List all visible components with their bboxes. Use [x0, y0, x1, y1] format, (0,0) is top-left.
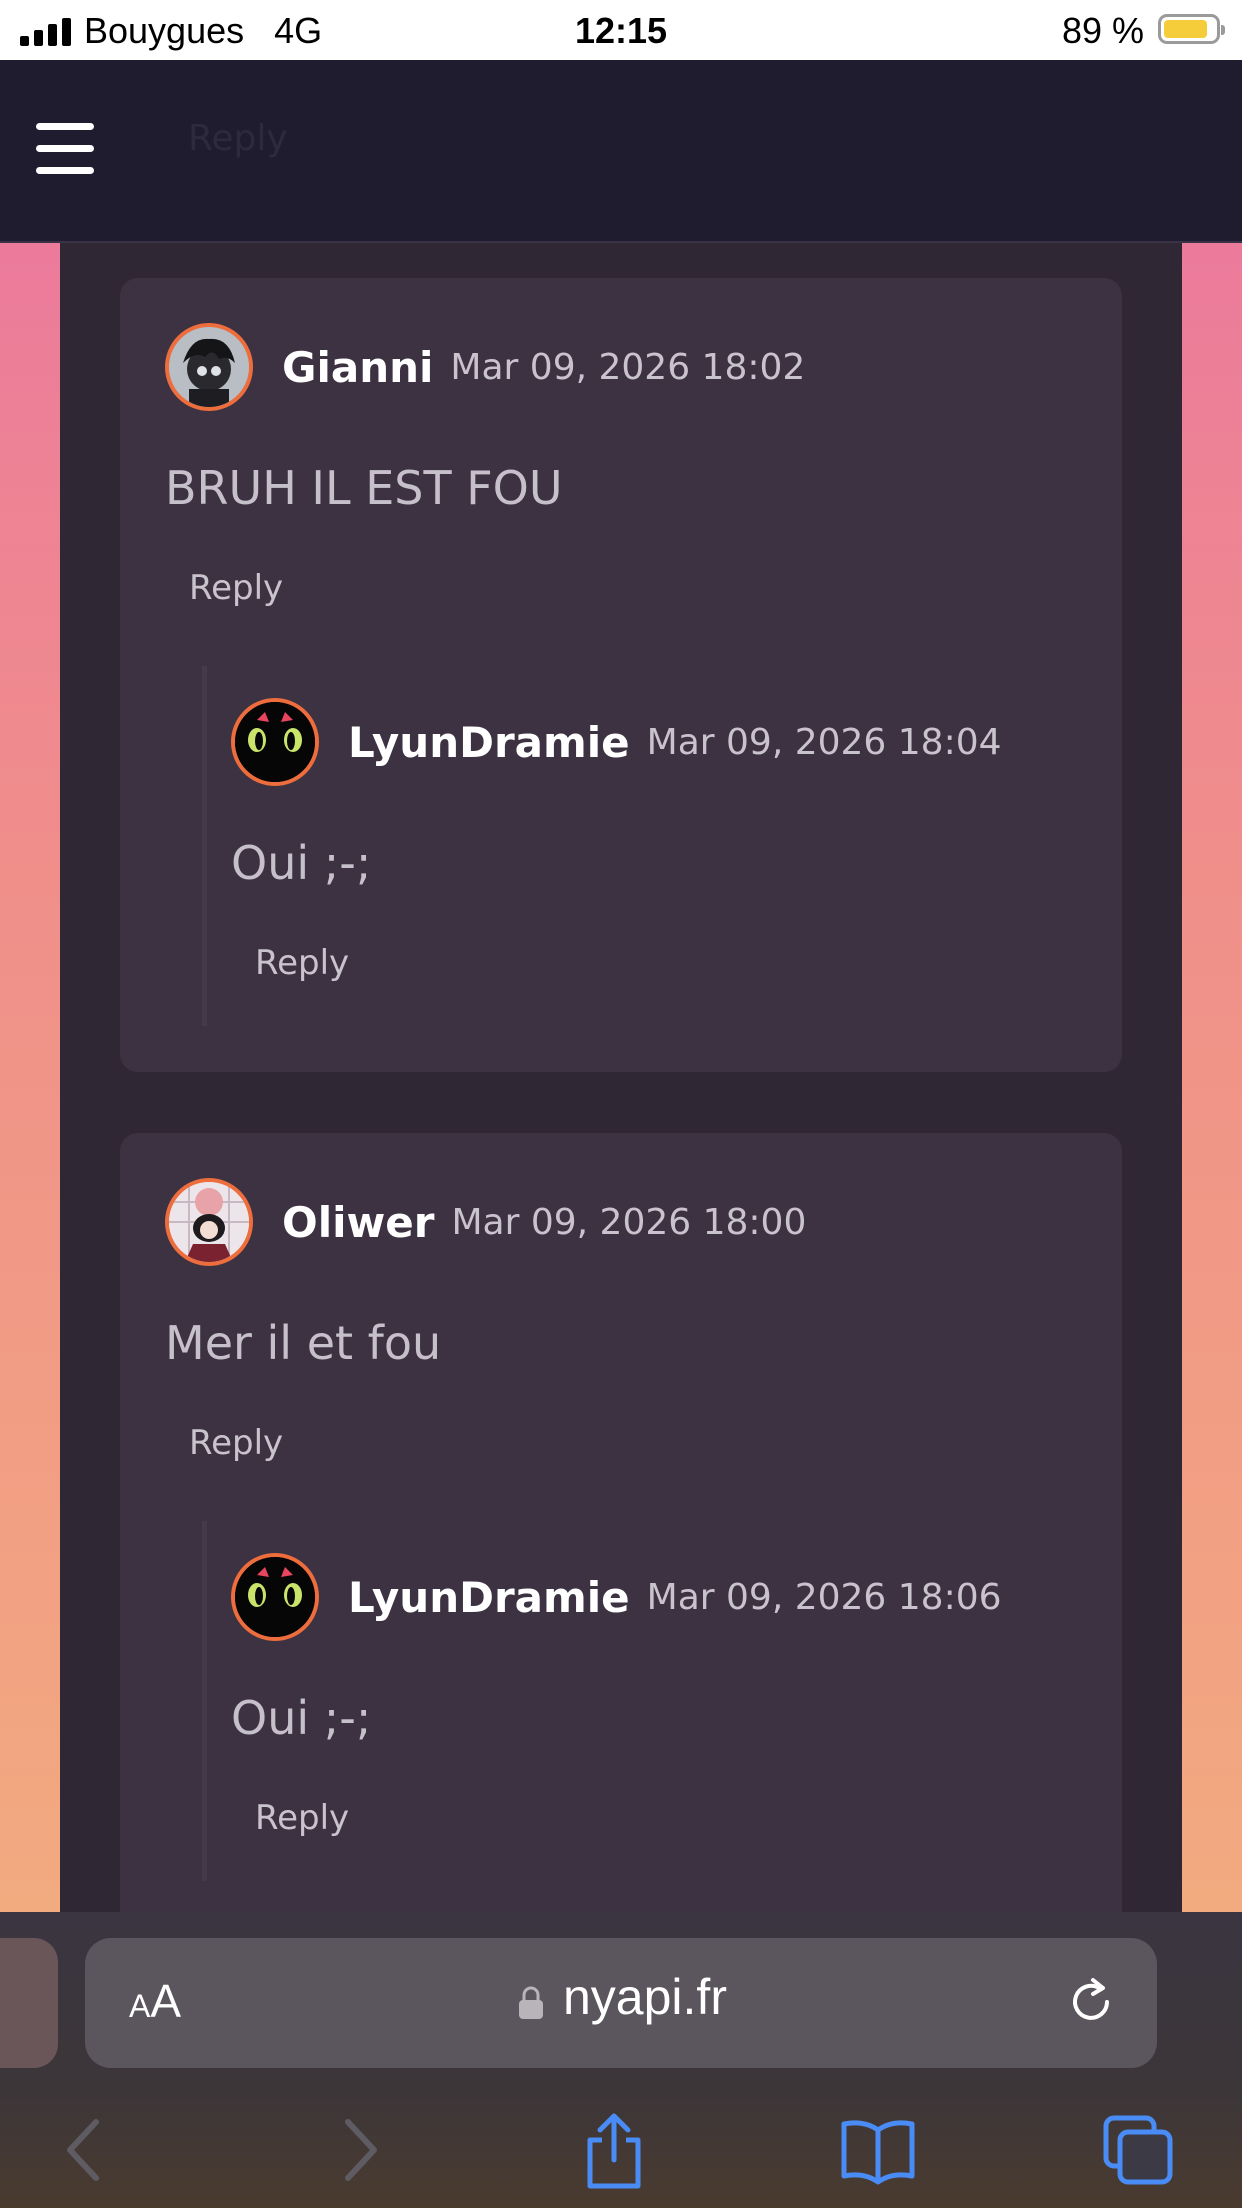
address-bar[interactable]: AA nyapi.fr	[85, 1938, 1157, 2068]
reply-date: Mar 09, 2026 18:06	[646, 1576, 1002, 1618]
comment-card: Oliwer Mar 09, 2026 18:00 Mer il et fou …	[120, 1133, 1122, 1912]
comment-header: Gianni Mar 09, 2026 18:02	[165, 323, 805, 411]
thread-line	[202, 666, 207, 1026]
reply-author[interactable]: LyunDramie	[348, 718, 630, 767]
partial-reply-link: Reply	[188, 118, 288, 159]
site-header: Reply	[0, 60, 1242, 243]
battery-fill	[1164, 20, 1207, 38]
url-text[interactable]: nyapi.fr	[563, 1968, 727, 2026]
comment-date: Mar 09, 2026 18:02	[450, 346, 806, 388]
reply-button[interactable]: Reply	[255, 943, 349, 983]
avatar[interactable]	[231, 698, 319, 786]
comment-header: Oliwer Mar 09, 2026 18:00	[165, 1178, 806, 1266]
battery-percent: 89 %	[1061, 10, 1144, 51]
forward-icon[interactable]	[316, 2110, 396, 2190]
avatar[interactable]	[165, 323, 253, 411]
reply-button[interactable]: Reply	[189, 1423, 283, 1463]
back-icon[interactable]	[48, 2110, 128, 2190]
comment-text: BRUH IL EST FOU	[165, 461, 563, 515]
thread-line	[202, 1521, 207, 1881]
clock: 12:15	[574, 10, 668, 51]
status-bar: Bouygues 4G 12:15 89 %	[0, 0, 1242, 60]
tabs-icon[interactable]	[1098, 2110, 1178, 2190]
text-size-small-a: A	[129, 1988, 151, 2024]
comment-text: Mer il et fou	[165, 1316, 442, 1370]
reply-header: LyunDramie Mar 09, 2026 18:06	[231, 1553, 1002, 1641]
comment-author[interactable]: Gianni	[282, 343, 433, 392]
comment-date: Mar 09, 2026 18:00	[451, 1201, 807, 1243]
text-size-big-a: A	[150, 1975, 182, 2027]
reply-text: Oui ;-;	[231, 836, 372, 890]
previous-tab-peek[interactable]	[0, 1938, 58, 2068]
reload-icon[interactable]	[1063, 1974, 1119, 2030]
comment-author[interactable]: Oliwer	[282, 1198, 435, 1247]
reply-header: LyunDramie Mar 09, 2026 18:04	[231, 698, 1002, 786]
bookmarks-icon[interactable]	[838, 2110, 918, 2190]
reply-author[interactable]: LyunDramie	[348, 1573, 630, 1622]
reply-button[interactable]: Reply	[255, 1798, 349, 1838]
battery-icon	[1158, 14, 1225, 44]
hamburger-icon[interactable]	[36, 123, 94, 175]
lock-icon	[519, 1986, 543, 2019]
avatar[interactable]	[231, 1553, 319, 1641]
browser-toolbar: AA nyapi.fr	[0, 1912, 1242, 2208]
text-size-button[interactable]: AA	[129, 1974, 181, 2028]
reply-date: Mar 09, 2026 18:04	[646, 721, 1002, 763]
comment-card: Gianni Mar 09, 2026 18:02 BRUH IL EST FO…	[120, 278, 1122, 1072]
reply-text: Oui ;-;	[231, 1691, 372, 1745]
avatar[interactable]	[165, 1178, 253, 1266]
reply-button[interactable]: Reply	[189, 568, 283, 608]
share-icon[interactable]	[574, 2110, 654, 2190]
